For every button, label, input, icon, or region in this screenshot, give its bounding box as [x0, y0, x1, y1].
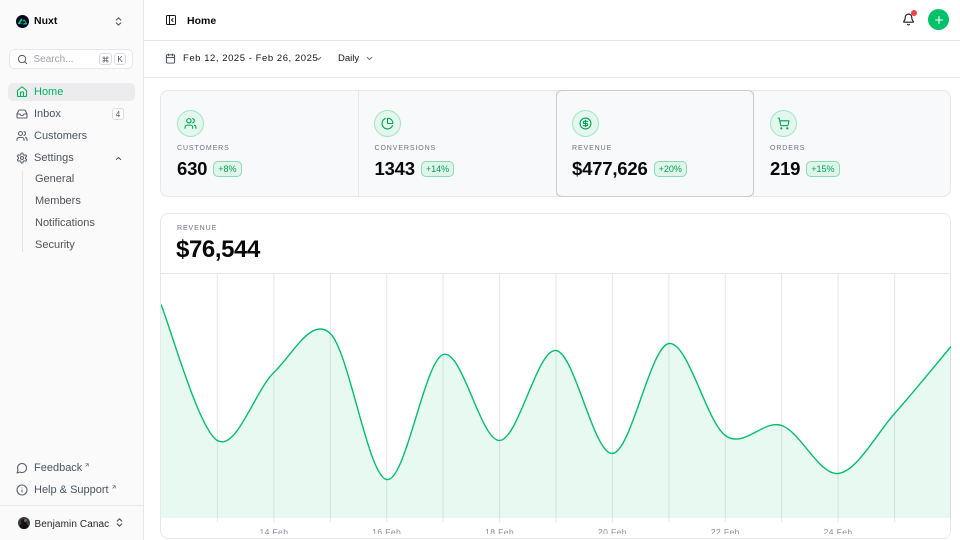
svg-text:20 Feb: 20 Feb	[597, 527, 626, 534]
svg-text:22 Feb: 22 Feb	[710, 527, 739, 534]
svg-text:14 Feb: 14 Feb	[259, 527, 288, 534]
svg-text:18 Feb: 18 Feb	[485, 527, 514, 534]
svg-text:16 Feb: 16 Feb	[372, 527, 401, 534]
svg-text:24 Feb: 24 Feb	[823, 527, 852, 534]
